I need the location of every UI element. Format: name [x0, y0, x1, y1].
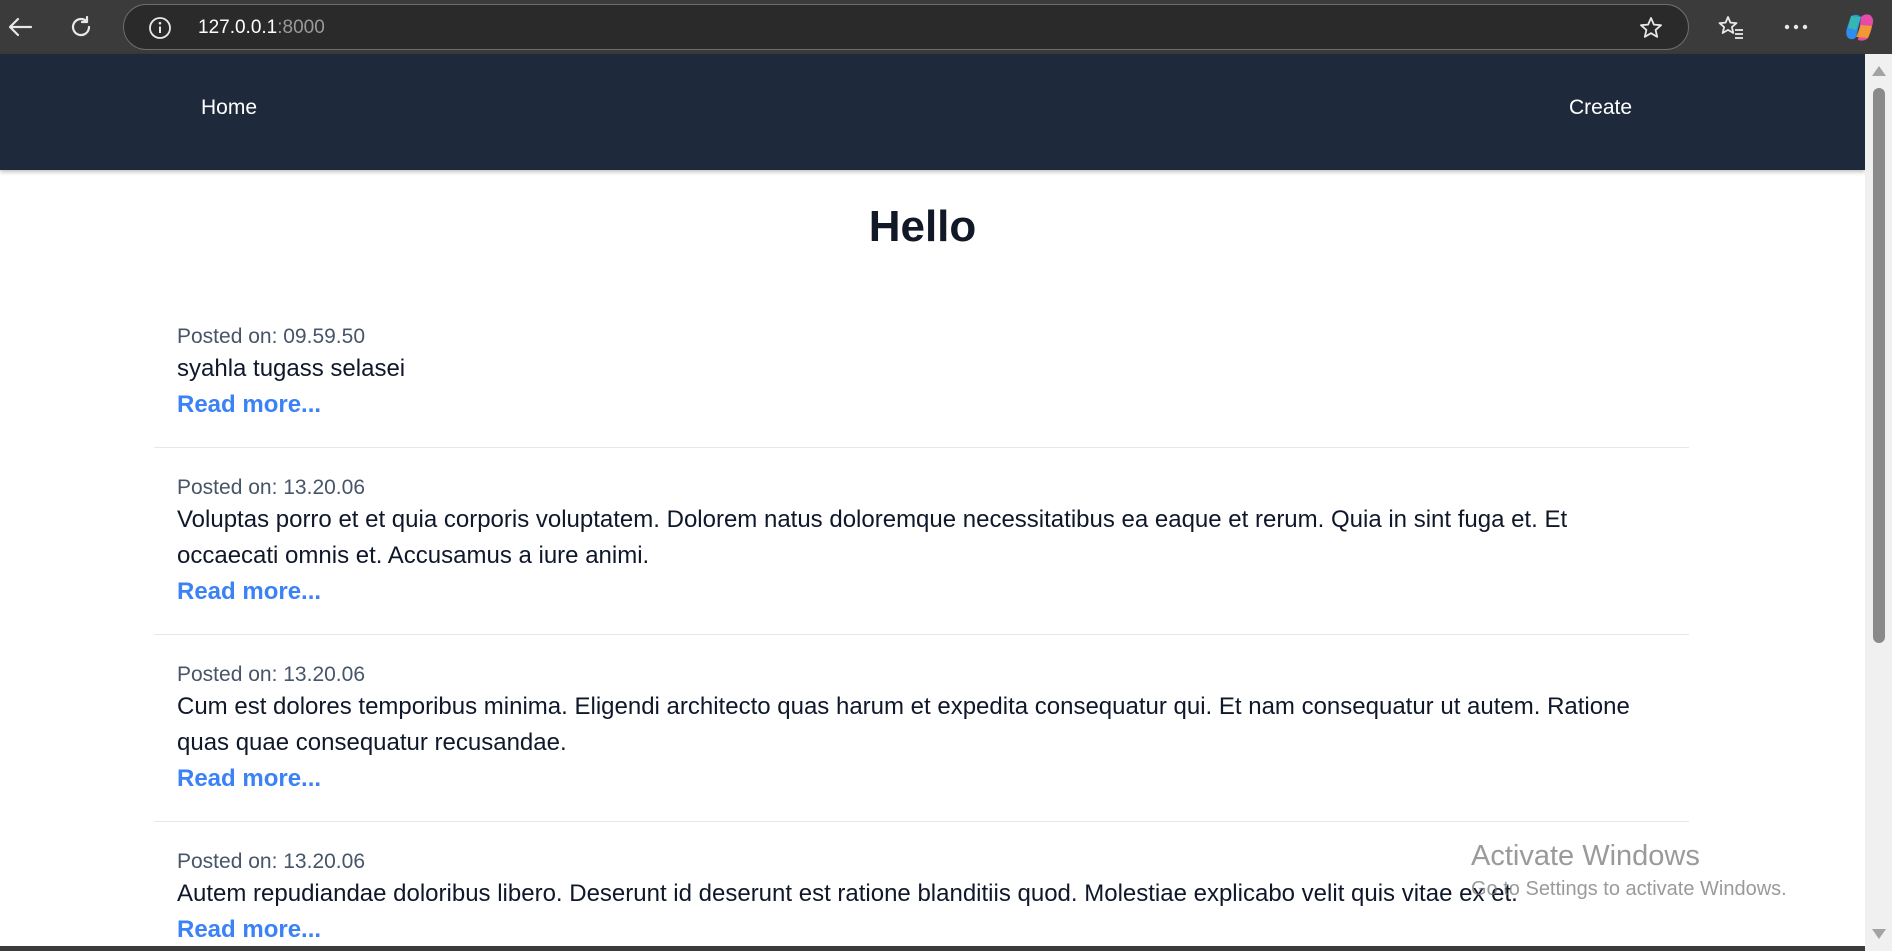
post-body: Cum est dolores temporibus minima. Elige… — [177, 693, 1630, 756]
post-date-prefix: Posted on: — [177, 325, 284, 348]
post-list: Posted on: 09.59.50 syahla tugass selase… — [154, 310, 1689, 951]
post-body: Autem repudiandae doloribus libero. Dese… — [177, 880, 1518, 907]
reload-icon[interactable] — [61, 7, 101, 47]
url-host: 127.0.0.1 — [198, 17, 278, 38]
back-icon[interactable] — [0, 7, 40, 47]
post-date-value: 13.20.06 — [283, 850, 365, 873]
post-date: Posted on: 13.20.06 — [177, 661, 1666, 689]
page-title: Hello — [868, 202, 977, 251]
post-date: Posted on: 13.20.06 — [177, 848, 1666, 876]
copilot-icon[interactable] — [1840, 7, 1880, 47]
post-item: Posted on: 09.59.50 syahla tugass selase… — [154, 310, 1689, 448]
url-port: :8000 — [277, 17, 325, 38]
post-date-value: 13.20.06 — [283, 476, 365, 499]
scroll-down-icon[interactable] — [1872, 929, 1886, 939]
post-body: Voluptas porro et et quia corporis volup… — [177, 506, 1568, 569]
info-icon[interactable] — [148, 16, 172, 40]
browser-toolbar: 127.0.0.1:8000 — [0, 0, 1892, 54]
read-more-link[interactable]: Read more... — [177, 387, 321, 423]
scroll-up-icon[interactable] — [1872, 66, 1886, 76]
favorites-icon[interactable] — [1711, 7, 1751, 47]
star-icon[interactable] — [1638, 15, 1664, 41]
scroll-thumb[interactable] — [1873, 88, 1885, 643]
post-date-value: 09.59.50 — [283, 325, 365, 348]
post-body: syahla tugass selasei — [177, 355, 406, 382]
post-date-value: 13.20.06 — [283, 663, 365, 686]
post-item: Posted on: 13.20.06 Voluptas porro et et… — [154, 461, 1689, 635]
read-more-link[interactable]: Read more... — [177, 761, 321, 797]
window-bottom-edge — [0, 946, 1865, 951]
post-date-prefix: Posted on: — [177, 476, 284, 499]
vertical-scrollbar[interactable] — [1865, 54, 1892, 951]
post-date-prefix: Posted on: — [177, 850, 284, 873]
post-date-prefix: Posted on: — [177, 663, 284, 686]
post-date: Posted on: 09.59.50 — [177, 323, 1666, 351]
post-item: Posted on: 13.20.06 Cum est dolores temp… — [154, 648, 1689, 822]
post-date: Posted on: 13.20.06 — [177, 474, 1666, 502]
nav-home-link[interactable]: Home — [201, 96, 257, 120]
nav-create-link[interactable]: Create — [1569, 96, 1632, 120]
site-navbar: Home Create — [0, 54, 1865, 170]
more-icon[interactable] — [1776, 7, 1816, 47]
post-item: Posted on: 13.20.06 Autem repudiandae do… — [154, 835, 1689, 951]
read-more-link[interactable]: Read more... — [177, 912, 321, 948]
read-more-link[interactable]: Read more... — [177, 574, 321, 610]
main-content: Hello Posted on: 09.59.50 syahla tugass … — [0, 170, 1865, 951]
url-text[interactable]: 127.0.0.1:8000 — [198, 17, 325, 39]
address-bar[interactable]: 127.0.0.1:8000 — [123, 4, 1689, 50]
